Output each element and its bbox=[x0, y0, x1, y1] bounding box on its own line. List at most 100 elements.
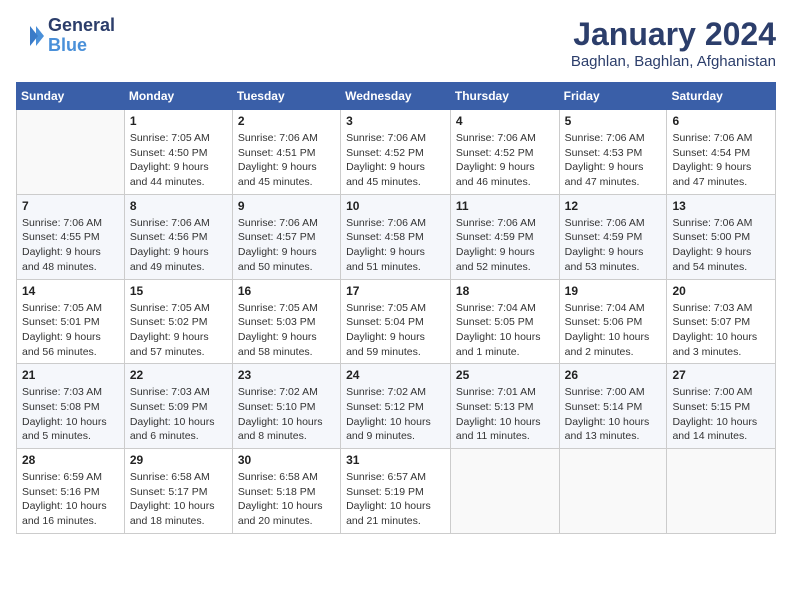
calendar-cell: 24 Sunrise: 7:02 AM Sunset: 5:12 PM Dayli… bbox=[341, 364, 451, 449]
day-info: Sunrise: 7:06 AM Sunset: 4:59 PM Dayligh… bbox=[565, 216, 662, 275]
weekday-header-sunday: Sunday bbox=[17, 83, 125, 110]
calendar-cell: 3Sunrise: 7:06 AM Sunset: 4:52 PM Daylig… bbox=[341, 110, 451, 195]
day-number: 18 bbox=[456, 284, 554, 298]
calendar-cell: 19Sunrise: 7:04 AM Sunset: 5:06 PM Dayli… bbox=[559, 279, 667, 364]
day-number: 8 bbox=[130, 199, 227, 213]
logo: General Blue bbox=[16, 16, 115, 56]
day-info: Sunrise: 7:05 AM Sunset: 5:04 PM Dayligh… bbox=[346, 301, 445, 360]
day-number: 27 bbox=[672, 368, 770, 382]
calendar-cell: 1Sunrise: 7:05 AM Sunset: 4:50 PM Daylig… bbox=[124, 110, 232, 195]
day-info: Sunrise: 7:00 AM Sunset: 5:15 PM Dayligh… bbox=[672, 385, 770, 444]
day-info: Sunrise: 7:05 AM Sunset: 5:01 PM Dayligh… bbox=[22, 301, 119, 360]
weekday-header-tuesday: Tuesday bbox=[232, 83, 340, 110]
calendar-cell: 23 Sunrise: 7:02 AM Sunset: 5:10 PM Dayli… bbox=[232, 364, 340, 449]
calendar-week-1: 7 Sunrise: 7:06 AM Sunset: 4:55 PM Daylig… bbox=[17, 194, 776, 279]
day-number: 3 bbox=[346, 114, 445, 128]
calendar-cell: 31 Sunrise: 6:57 AM Sunset: 5:19 PM Dayli… bbox=[341, 449, 451, 534]
day-info: Sunrise: 7:05 AM Sunset: 5:02 PM Dayligh… bbox=[130, 301, 227, 360]
calendar-cell: 28Sunrise: 6:59 AM Sunset: 5:16 PM Dayli… bbox=[17, 449, 125, 534]
calendar-cell bbox=[667, 449, 776, 534]
calendar-cell: 25 Sunrise: 7:01 AM Sunset: 5:13 PM Dayli… bbox=[450, 364, 559, 449]
day-number: 20 bbox=[672, 284, 770, 298]
calendar-cell bbox=[559, 449, 667, 534]
day-number: 14 bbox=[22, 284, 119, 298]
calendar-cell: 12 Sunrise: 7:06 AM Sunset: 4:59 PM Dayli… bbox=[559, 194, 667, 279]
day-number: 30 bbox=[238, 453, 335, 467]
calendar-cell: 4Sunrise: 7:06 AM Sunset: 4:52 PM Daylig… bbox=[450, 110, 559, 195]
day-info: Sunrise: 7:01 AM Sunset: 5:13 PM Dayligh… bbox=[456, 385, 554, 444]
day-info: Sunrise: 7:04 AM Sunset: 5:06 PM Dayligh… bbox=[565, 301, 662, 360]
page-header: General Blue January 2024 Baghlan, Baghl… bbox=[16, 16, 776, 70]
day-info: Sunrise: 7:06 AM Sunset: 4:58 PM Dayligh… bbox=[346, 216, 445, 275]
day-info: Sunrise: 7:00 AM Sunset: 5:14 PM Dayligh… bbox=[565, 385, 662, 444]
day-info: Sunrise: 7:02 AM Sunset: 5:12 PM Dayligh… bbox=[346, 385, 445, 444]
weekday-header-monday: Monday bbox=[124, 83, 232, 110]
day-info: Sunrise: 6:57 AM Sunset: 5:19 PM Dayligh… bbox=[346, 470, 445, 529]
location-title: Baghlan, Baghlan, Afghanistan bbox=[571, 53, 776, 70]
weekday-header-thursday: Thursday bbox=[450, 83, 559, 110]
day-info: Sunrise: 7:06 AM Sunset: 4:54 PM Dayligh… bbox=[672, 131, 770, 190]
day-number: 7 bbox=[22, 199, 119, 213]
day-number: 11 bbox=[456, 199, 554, 213]
day-info: Sunrise: 7:06 AM Sunset: 4:52 PM Dayligh… bbox=[456, 131, 554, 190]
day-info: Sunrise: 6:58 AM Sunset: 5:18 PM Dayligh… bbox=[238, 470, 335, 529]
day-number: 5 bbox=[565, 114, 662, 128]
calendar-cell: 5 Sunrise: 7:06 AM Sunset: 4:53 PM Daylig… bbox=[559, 110, 667, 195]
calendar-cell: 22Sunrise: 7:03 AM Sunset: 5:09 PM Dayli… bbox=[124, 364, 232, 449]
calendar-cell: 8 Sunrise: 7:06 AM Sunset: 4:56 PM Daylig… bbox=[124, 194, 232, 279]
day-number: 1 bbox=[130, 114, 227, 128]
calendar-cell: 7 Sunrise: 7:06 AM Sunset: 4:55 PM Daylig… bbox=[17, 194, 125, 279]
calendar-cell: 2 Sunrise: 7:06 AM Sunset: 4:51 PM Daylig… bbox=[232, 110, 340, 195]
calendar-cell: 17 Sunrise: 7:05 AM Sunset: 5:04 PM Dayli… bbox=[341, 279, 451, 364]
day-number: 15 bbox=[130, 284, 227, 298]
logo-icon bbox=[16, 22, 44, 50]
day-info: Sunrise: 6:58 AM Sunset: 5:17 PM Dayligh… bbox=[130, 470, 227, 529]
day-number: 17 bbox=[346, 284, 445, 298]
calendar-cell: 21Sunrise: 7:03 AM Sunset: 5:08 PM Dayli… bbox=[17, 364, 125, 449]
day-info: Sunrise: 7:05 AM Sunset: 5:03 PM Dayligh… bbox=[238, 301, 335, 360]
calendar-header: SundayMondayTuesdayWednesdayThursdayFrid… bbox=[17, 83, 776, 110]
day-info: Sunrise: 7:06 AM Sunset: 4:56 PM Dayligh… bbox=[130, 216, 227, 275]
day-info: Sunrise: 7:04 AM Sunset: 5:05 PM Dayligh… bbox=[456, 301, 554, 360]
title-block: January 2024 Baghlan, Baghlan, Afghanist… bbox=[571, 16, 776, 70]
calendar-cell: 13Sunrise: 7:06 AM Sunset: 5:00 PM Dayli… bbox=[667, 194, 776, 279]
day-info: Sunrise: 7:03 AM Sunset: 5:08 PM Dayligh… bbox=[22, 385, 119, 444]
logo-text: General Blue bbox=[48, 16, 115, 56]
calendar-cell: 9 Sunrise: 7:06 AM Sunset: 4:57 PM Daylig… bbox=[232, 194, 340, 279]
calendar-cell: 14 Sunrise: 7:05 AM Sunset: 5:01 PM Dayli… bbox=[17, 279, 125, 364]
day-number: 2 bbox=[238, 114, 335, 128]
calendar-cell: 6Sunrise: 7:06 AM Sunset: 4:54 PM Daylig… bbox=[667, 110, 776, 195]
day-number: 16 bbox=[238, 284, 335, 298]
day-number: 12 bbox=[565, 199, 662, 213]
day-number: 29 bbox=[130, 453, 227, 467]
calendar-week-0: 1Sunrise: 7:05 AM Sunset: 4:50 PM Daylig… bbox=[17, 110, 776, 195]
calendar-cell: 29 Sunrise: 6:58 AM Sunset: 5:17 PM Dayli… bbox=[124, 449, 232, 534]
day-number: 10 bbox=[346, 199, 445, 213]
day-info: Sunrise: 7:02 AM Sunset: 5:10 PM Dayligh… bbox=[238, 385, 335, 444]
calendar-cell: 30 Sunrise: 6:58 AM Sunset: 5:18 PM Dayli… bbox=[232, 449, 340, 534]
calendar-cell: 10 Sunrise: 7:06 AM Sunset: 4:58 PM Dayli… bbox=[341, 194, 451, 279]
calendar-cell bbox=[450, 449, 559, 534]
calendar-cell: 27 Sunrise: 7:00 AM Sunset: 5:15 PM Dayli… bbox=[667, 364, 776, 449]
day-info: Sunrise: 6:59 AM Sunset: 5:16 PM Dayligh… bbox=[22, 470, 119, 529]
calendar-week-2: 14 Sunrise: 7:05 AM Sunset: 5:01 PM Dayli… bbox=[17, 279, 776, 364]
day-number: 31 bbox=[346, 453, 445, 467]
calendar-cell: 16 Sunrise: 7:05 AM Sunset: 5:03 PM Dayli… bbox=[232, 279, 340, 364]
weekday-header-saturday: Saturday bbox=[667, 83, 776, 110]
day-number: 23 bbox=[238, 368, 335, 382]
day-info: Sunrise: 7:06 AM Sunset: 4:55 PM Dayligh… bbox=[22, 216, 119, 275]
day-number: 24 bbox=[346, 368, 445, 382]
month-title: January 2024 bbox=[571, 16, 776, 53]
day-number: 9 bbox=[238, 199, 335, 213]
day-number: 26 bbox=[565, 368, 662, 382]
day-number: 22 bbox=[130, 368, 227, 382]
day-info: Sunrise: 7:06 AM Sunset: 4:51 PM Dayligh… bbox=[238, 131, 335, 190]
day-info: Sunrise: 7:06 AM Sunset: 4:57 PM Dayligh… bbox=[238, 216, 335, 275]
day-number: 25 bbox=[456, 368, 554, 382]
calendar-cell: 20Sunrise: 7:03 AM Sunset: 5:07 PM Dayli… bbox=[667, 279, 776, 364]
day-info: Sunrise: 7:06 AM Sunset: 4:53 PM Dayligh… bbox=[565, 131, 662, 190]
calendar-cell: 15 Sunrise: 7:05 AM Sunset: 5:02 PM Dayli… bbox=[124, 279, 232, 364]
calendar-body: 1Sunrise: 7:05 AM Sunset: 4:50 PM Daylig… bbox=[17, 110, 776, 534]
calendar-cell bbox=[17, 110, 125, 195]
calendar-cell: 11Sunrise: 7:06 AM Sunset: 4:59 PM Dayli… bbox=[450, 194, 559, 279]
